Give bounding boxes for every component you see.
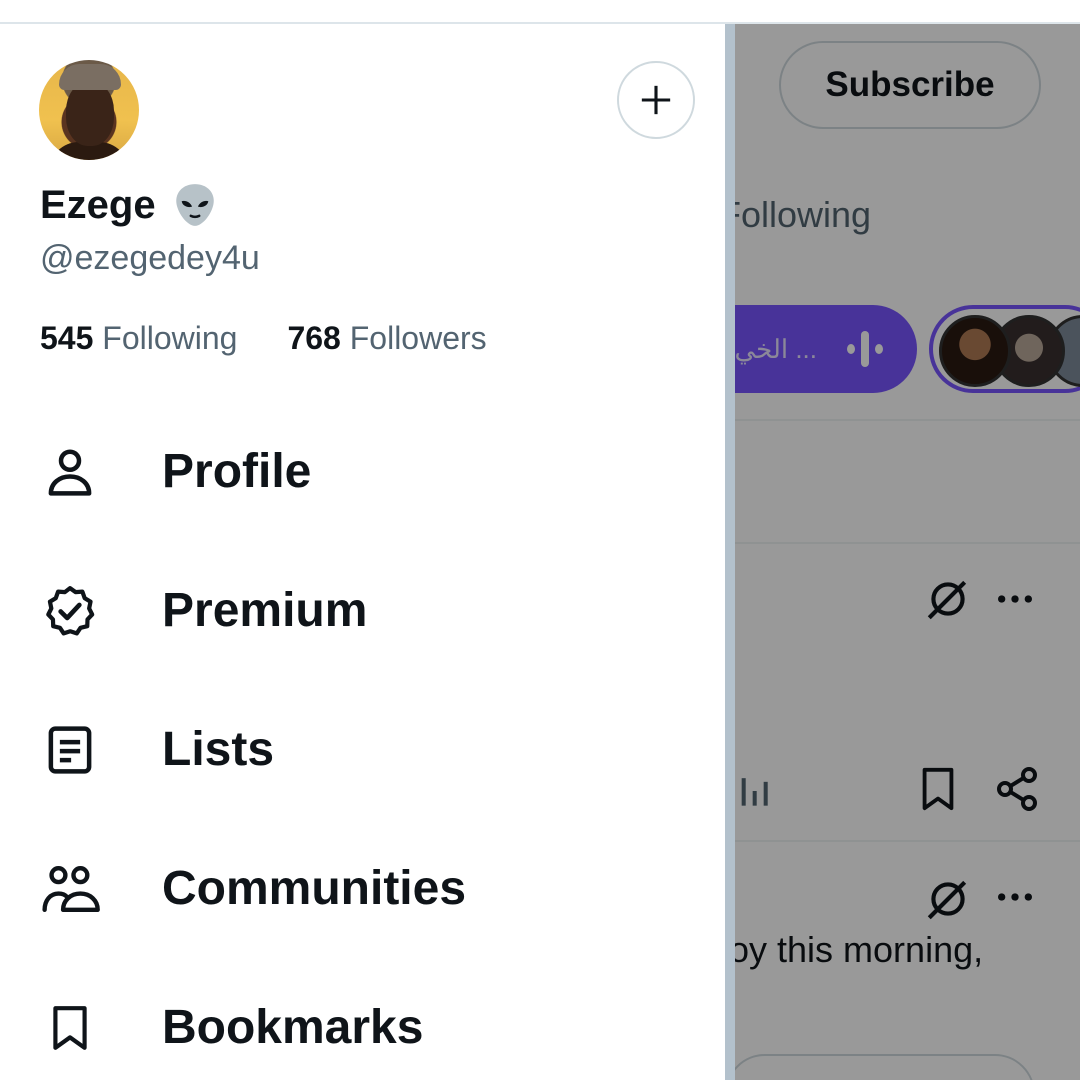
- avatar[interactable]: [39, 60, 139, 160]
- bookmark-icon: [40, 998, 100, 1058]
- list-icon: [40, 720, 100, 780]
- more-icon[interactable]: [995, 584, 1035, 614]
- live-space-pill[interactable]: ... الخي: [725, 305, 917, 393]
- audio-wave-icon: [847, 331, 883, 367]
- tab-following[interactable]: Following: [725, 194, 871, 236]
- subscribe-button[interactable]: Subscribe: [779, 41, 1041, 129]
- drawer-menu: Profile Premium Lists Communities Bookma…: [0, 402, 725, 1080]
- dim-overlay[interactable]: [725, 24, 1080, 1080]
- more-icon[interactable]: [995, 882, 1035, 912]
- share-icon[interactable]: [993, 764, 1041, 814]
- post-text: oy this morning,: [729, 929, 984, 970]
- plus-icon: [641, 85, 671, 115]
- divider: [725, 542, 1080, 544]
- menu-item-label: Communities: [162, 862, 467, 915]
- follow-stats: 545 Following 768 Followers: [40, 320, 487, 357]
- followers-stat[interactable]: 768 Followers: [287, 320, 486, 357]
- verified-badge-icon: [40, 581, 100, 641]
- communities-icon: [40, 859, 100, 919]
- followers-label: Followers: [349, 320, 487, 356]
- menu-item-bookmarks[interactable]: Bookmarks: [0, 958, 725, 1080]
- menu-item-lists[interactable]: Lists: [0, 680, 725, 819]
- add-account-button[interactable]: [617, 61, 695, 139]
- person-icon: [40, 442, 100, 502]
- alien-emoji-icon: [175, 184, 214, 226]
- menu-item-label: Premium: [162, 584, 368, 637]
- menu-item-premium[interactable]: Premium: [0, 541, 725, 680]
- menu-item-label: Bookmarks: [162, 1001, 424, 1054]
- bookmark-icon[interactable]: [915, 764, 961, 814]
- divider: [725, 419, 1080, 421]
- grok-icon[interactable]: [923, 874, 973, 924]
- media-card[interactable]: [725, 1054, 1035, 1080]
- menu-item-label: Profile: [162, 445, 312, 498]
- listener-avatar: [939, 315, 1011, 387]
- following-count: 545: [40, 320, 94, 356]
- timeline-background: Subscribe Following ... الخي oy this mor…: [725, 24, 1080, 1080]
- space-listeners[interactable]: [929, 305, 1080, 393]
- navigation-drawer: Ezege @ezegedey4u 545 Following 768 Foll…: [0, 24, 725, 1080]
- status-bar-edge: [0, 0, 1080, 24]
- menu-item-communities[interactable]: Communities: [0, 819, 725, 958]
- menu-item-profile[interactable]: Profile: [0, 402, 725, 541]
- space-title: ... الخي: [734, 333, 818, 364]
- profile-name-row: Ezege: [40, 180, 220, 230]
- following-label: Following: [102, 320, 238, 356]
- following-stat[interactable]: 545 Following: [40, 320, 237, 357]
- drawer-edge: [725, 24, 735, 1080]
- user-handle: @ezegedey4u: [40, 239, 260, 277]
- display-name: Ezege: [40, 182, 156, 227]
- menu-item-label: Lists: [162, 723, 275, 776]
- divider: [725, 840, 1080, 842]
- grok-icon[interactable]: [923, 574, 973, 624]
- followers-count: 768: [287, 320, 341, 356]
